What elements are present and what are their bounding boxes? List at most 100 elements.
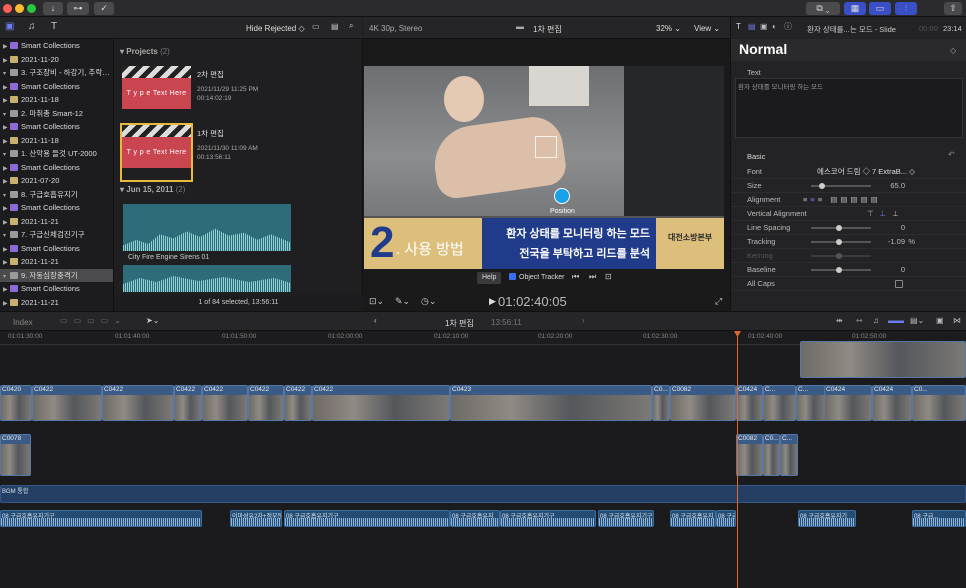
video-inspector-icon[interactable]: ▣ bbox=[760, 23, 768, 31]
disclosure-closed-icon[interactable]: ▶ bbox=[3, 203, 10, 215]
video-clip[interactable]: C0... bbox=[912, 385, 966, 421]
library-view-icon[interactable]: ▦ bbox=[844, 2, 866, 15]
forward-icon[interactable]: › bbox=[582, 317, 585, 325]
share-icon[interactable]: ⇧ bbox=[944, 2, 962, 15]
transform-tool-icon[interactable]: ⊡⌄ bbox=[369, 297, 384, 306]
align-buttons[interactable]: ≡≡≡ ▤▤▤▤▤ bbox=[803, 193, 881, 207]
libraries-icon[interactable]: ▣ bbox=[5, 22, 14, 32]
transform-menu-icon[interactable]: ⧉ ⌄ bbox=[806, 2, 840, 15]
library-item[interactable]: ▾ 8. 구급호흡유지기 bbox=[0, 188, 113, 202]
library-item[interactable]: ▾ 3. 구조장비 - 하강기, 추락… bbox=[0, 66, 113, 80]
audio-clip[interactable]: 08 구급호흡유지기구 bbox=[284, 510, 450, 527]
video-clip[interactable]: C... bbox=[796, 385, 826, 421]
video-clip[interactable]: C0422 bbox=[174, 385, 202, 421]
disclosure-closed-icon[interactable]: ▶ bbox=[3, 136, 10, 148]
valign-buttons[interactable]: ⊤⊥⊥ bbox=[867, 207, 905, 221]
video-clip[interactable]: C0422 bbox=[284, 385, 312, 421]
text-field[interactable]: 환자 상태를 모니터링 하는 모드 bbox=[735, 78, 963, 138]
project-thumb-1[interactable]: T y p e Text Here bbox=[120, 123, 193, 182]
library-item[interactable]: ▾ 9. 자동심장충격기 bbox=[0, 268, 113, 283]
clip-appearance-icon[interactable]: ▤⌄ bbox=[910, 317, 924, 325]
disclosure-open-icon[interactable]: ▾ bbox=[3, 190, 10, 202]
library-item[interactable]: ▶ Smart Collections bbox=[0, 282, 113, 296]
library-item[interactable]: ▶ Smart Collections bbox=[0, 201, 113, 215]
info-inspector-icon[interactable]: ⓘ bbox=[784, 23, 792, 31]
video-frame[interactable]: Position 2 . 사용 방법 환자 상태를 모니터링 하는 모드 전국을… bbox=[364, 66, 724, 269]
effects-tool-icon[interactable]: ✎⌄ bbox=[395, 297, 410, 306]
audio-clip[interactable]: 08 구급호흡유지기구 bbox=[598, 510, 654, 527]
video-clip[interactable]: C... bbox=[780, 434, 798, 476]
library-item[interactable]: ▶ 2021-11-21 bbox=[0, 296, 113, 310]
filmstrip-view-icon[interactable]: ▭ bbox=[312, 23, 320, 31]
timeline-tracks[interactable]: C0420 C0422 C0422 C0422 C0422 C0422 C0422 C0422… bbox=[0, 341, 966, 588]
connected-clip[interactable] bbox=[800, 341, 966, 378]
video-clip[interactable]: C0422 bbox=[202, 385, 248, 421]
library-item[interactable]: ▶ 2021-11-21 bbox=[0, 215, 113, 229]
video-clip[interactable]: C0422 bbox=[102, 385, 174, 421]
video-clip[interactable]: C0082 bbox=[736, 434, 763, 476]
video-clip[interactable]: C0420 bbox=[0, 385, 32, 421]
library-item[interactable]: ▶ Smart Collections bbox=[0, 242, 113, 256]
search-icon[interactable]: ⌕ bbox=[349, 22, 353, 30]
disclosure-open-icon[interactable]: ▾ bbox=[3, 68, 10, 80]
timeline-view-icon[interactable]: ▭ bbox=[869, 2, 891, 15]
minimize-window-button[interactable] bbox=[15, 4, 24, 13]
help-button[interactable]: Help bbox=[477, 272, 502, 284]
size-value[interactable]: 65.0 bbox=[890, 179, 905, 193]
disclosure-closed-icon[interactable]: ▶ bbox=[3, 257, 10, 269]
titles-generators-icon[interactable]: T bbox=[51, 22, 57, 32]
library-item[interactable]: ▶ Smart Collections bbox=[0, 120, 113, 134]
disclosure-closed-icon[interactable]: ▶ bbox=[3, 217, 10, 229]
library-item[interactable]: ▶ 2021-11-20 bbox=[0, 53, 113, 67]
audio-clip[interactable]: 08 구급호흡유지 bbox=[670, 510, 716, 527]
disclosure-open-icon[interactable]: ▾ bbox=[3, 230, 10, 242]
disclosure-closed-icon[interactable]: ▶ bbox=[3, 55, 10, 67]
transitions-icon[interactable]: ⋈ bbox=[953, 317, 961, 325]
view-menu[interactable]: View ⌄ bbox=[694, 24, 720, 33]
audio-clip[interactable]: 이마성유2차+정부분 bbox=[230, 510, 282, 527]
library-item[interactable]: ▶ Smart Collections bbox=[0, 80, 113, 94]
audio-clip[interactable]: 08 구급호흡... bbox=[716, 510, 736, 527]
import-icon[interactable]: ↓ bbox=[43, 2, 63, 15]
transform-box[interactable] bbox=[535, 136, 557, 158]
zoom-menu[interactable]: 32% ⌄ bbox=[656, 24, 681, 33]
video-clip[interactable]: C0... bbox=[652, 385, 670, 421]
library-item[interactable]: ▶ 2021-11-18 bbox=[0, 134, 113, 148]
kerning-slider[interactable] bbox=[811, 253, 871, 259]
background-tasks-icon[interactable]: ✓ bbox=[94, 2, 114, 15]
text-inspector-icon[interactable]: ▤ bbox=[748, 23, 756, 31]
disclosure-open-icon[interactable]: ▾ bbox=[3, 271, 10, 283]
play-icon[interactable]: ▶ bbox=[489, 297, 496, 306]
bgm-track[interactable]: BGM 통합 bbox=[0, 485, 966, 503]
disclosure-closed-icon[interactable]: ▶ bbox=[3, 298, 10, 310]
back-icon[interactable]: ‹ bbox=[374, 317, 377, 325]
disclosure-closed-icon[interactable]: ▶ bbox=[3, 122, 10, 134]
audio-clip[interactable]: 08 구급호흡유지기구 bbox=[500, 510, 596, 527]
index-button[interactable]: Index bbox=[13, 318, 33, 327]
library-item[interactable]: ▶ 2021-11-18 bbox=[0, 93, 113, 107]
audio-clip[interactable]: 08 구급호흡유지기 bbox=[798, 510, 856, 527]
disclosure-closed-icon[interactable]: ▶ bbox=[3, 176, 10, 188]
solo-icon[interactable]: ♫ bbox=[873, 317, 879, 325]
select-tool-icon[interactable]: ➤⌄ bbox=[146, 317, 159, 325]
project-thumb-2[interactable]: T y p e Text Here bbox=[122, 66, 191, 121]
disclosure-closed-icon[interactable]: ▶ bbox=[3, 244, 10, 256]
projects-header[interactable]: ▾ Projects (2) bbox=[120, 47, 170, 56]
clip-appearance-icon[interactable]: ▤ bbox=[331, 23, 339, 31]
video-clip[interactable]: C0422 bbox=[248, 385, 284, 421]
fullscreen-icon[interactable]: ⤢ bbox=[715, 297, 722, 306]
object-tracker-toggle[interactable]: Object Tracker bbox=[509, 272, 565, 284]
reset-icon[interactable]: ↶ bbox=[948, 151, 955, 159]
prev-keyframe-icon[interactable]: ⏮ bbox=[572, 273, 579, 281]
audio-clip-thumb[interactable] bbox=[123, 204, 291, 251]
video-clip[interactable]: C0422 bbox=[32, 385, 102, 421]
audio-clip[interactable]: 08 구급호흡유지 bbox=[450, 510, 500, 527]
library-item[interactable]: ▾ 2. 마취총 Smart-12 bbox=[0, 107, 113, 121]
disclosure-closed-icon[interactable]: ▶ bbox=[3, 284, 10, 296]
font-family-menu[interactable]: 에스코어 드림 ◇ bbox=[817, 165, 870, 179]
audio-clip-thumb-2[interactable] bbox=[123, 265, 291, 292]
disclosure-closed-icon[interactable]: ▶ bbox=[3, 82, 10, 94]
title-inspector-icon[interactable]: T bbox=[736, 23, 741, 31]
disclosure-open-icon[interactable]: ▾ bbox=[3, 109, 10, 121]
video-clip[interactable]: C0424 bbox=[872, 385, 912, 421]
